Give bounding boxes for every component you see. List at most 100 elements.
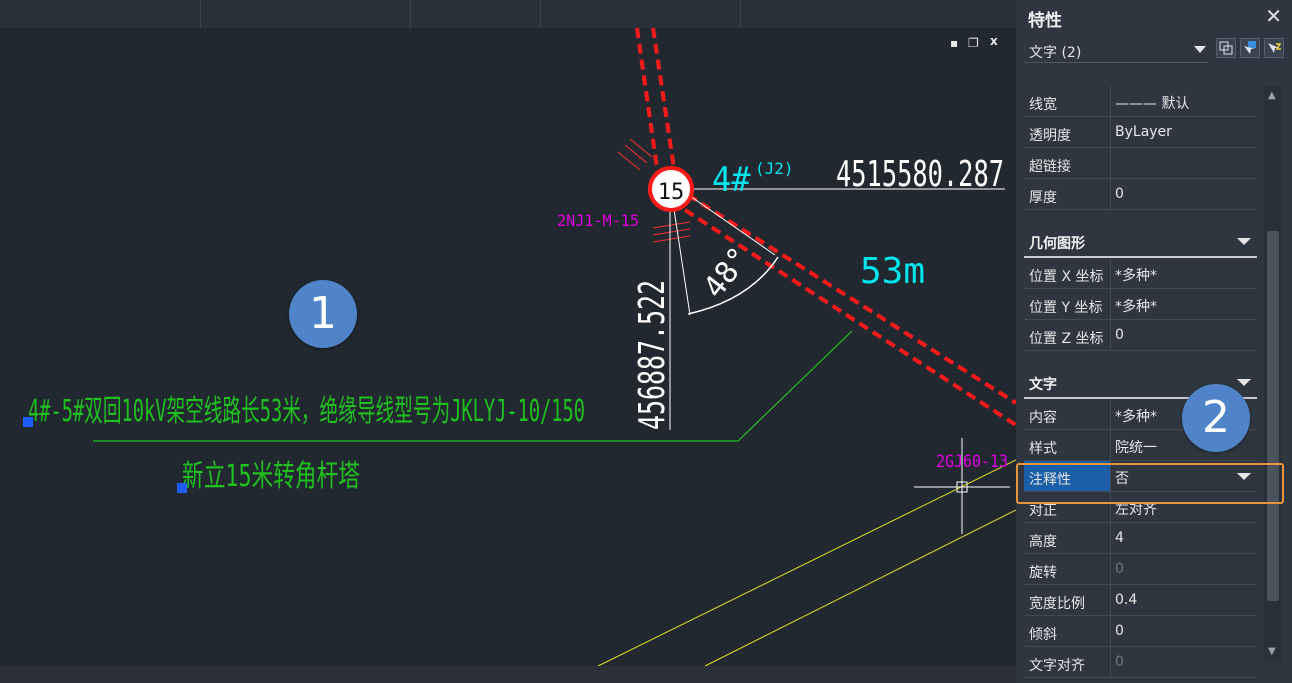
collapse-arrow-icon[interactable] — [1237, 379, 1251, 386]
column-divider — [1110, 461, 1111, 491]
property-row[interactable]: 倾斜 0 — [1024, 616, 1257, 647]
panel-scrollbar[interactable]: ▲ ▼ — [1264, 86, 1282, 661]
callout-1: 1 — [289, 280, 357, 348]
property-value[interactable]: 否 — [1115, 468, 1129, 488]
note-line-1[interactable]: 4#-5#双回10kV架空线路长53米，绝缘导线型号为JKLYJ-10/150 — [28, 394, 585, 429]
minimize-button[interactable]: ▪ — [950, 36, 958, 50]
angle-label[interactable]: 48° — [697, 241, 758, 305]
property-row[interactable]: 对正 左对齐 — [1024, 492, 1257, 523]
column-divider — [1110, 585, 1111, 615]
property-value[interactable]: ByLayer — [1115, 124, 1172, 140]
property-value[interactable]: 0 — [1115, 327, 1124, 343]
section-geometry[interactable]: 几何图形 — [1024, 226, 1257, 258]
toggle-pickadd-icon[interactable] — [1216, 38, 1236, 58]
property-value[interactable]: 4 — [1115, 530, 1124, 546]
panel-close-icon[interactable]: ✕ — [1265, 4, 1282, 28]
object-type-value: 文字 (2) — [1029, 45, 1082, 61]
yellow-line-2[interactable] — [704, 509, 1016, 667]
property-row[interactable]: 位置 Y 坐标 *多种* — [1024, 289, 1257, 320]
property-key: 透明度 — [1029, 128, 1071, 144]
callout-2: 2 — [1182, 384, 1250, 452]
property-key: 厚度 — [1029, 190, 1057, 206]
property-value[interactable]: 0.4 — [1115, 592, 1137, 608]
red-line-a2[interactable] — [651, 27, 677, 176]
property-row[interactable]: 位置 X 坐标 *多种* — [1024, 258, 1257, 289]
note-line-2[interactable]: 新立15米转角杆塔 — [182, 459, 360, 494]
property-value[interactable]: 0 — [1115, 186, 1124, 202]
property-row[interactable]: 注释性 否 — [1024, 461, 1257, 492]
property-key: 倾斜 — [1029, 627, 1057, 643]
red-line-b2[interactable] — [683, 208, 1016, 427]
property-key: 旋转 — [1029, 565, 1057, 581]
property-key: 宽度比例 — [1029, 596, 1085, 612]
property-value[interactable]: 左对齐 — [1115, 499, 1157, 519]
column-divider — [1110, 258, 1111, 288]
collapse-arrow-icon[interactable] — [1237, 238, 1251, 245]
label-2nj[interactable]: 2NJ1-M-15 — [557, 211, 639, 230]
drawing-canvas[interactable]: 15 4# (J2) 53m 4515580.287 456887.522 48… — [0, 0, 1016, 683]
select-objects-icon[interactable] — [1240, 38, 1260, 58]
property-key: 对正 — [1029, 503, 1057, 519]
property-row[interactable]: 位置 Z 坐标 0 — [1024, 320, 1257, 351]
span-length[interactable]: 53m — [860, 251, 925, 292]
property-value[interactable]: *多种* — [1115, 265, 1157, 285]
quick-select-icon[interactable] — [1264, 38, 1284, 58]
property-row[interactable]: 线宽 ——— 默认 — [1024, 86, 1257, 117]
coord-right[interactable]: 4515580.287 — [836, 154, 1004, 195]
property-key: 位置 X 坐标 — [1029, 269, 1104, 285]
column-divider — [1110, 86, 1111, 116]
property-row[interactable]: 高度 4 — [1024, 523, 1257, 554]
panel-title: 特性 — [1028, 11, 1062, 31]
property-value[interactable]: 0 — [1115, 623, 1124, 639]
column-divider — [1110, 399, 1111, 429]
pole-number: 15 — [658, 180, 685, 205]
column-divider — [1110, 148, 1111, 178]
coord-vertical[interactable]: 456887.522 — [632, 280, 673, 430]
status-strip — [0, 666, 1016, 683]
cad-drawing[interactable]: 15 4# (J2) 53m 4515580.287 456887.522 48… — [0, 0, 1016, 683]
property-row[interactable]: 宽度比例 0.4 — [1024, 585, 1257, 616]
yellow-line-1[interactable] — [597, 459, 1016, 667]
property-row[interactable]: 超链接 — [1024, 148, 1257, 179]
property-row[interactable]: 厚度 0 — [1024, 179, 1257, 210]
property-row[interactable]: 文字对齐 0 — [1024, 647, 1257, 678]
column-divider — [1110, 523, 1111, 553]
pole-label-sub[interactable]: (J2) — [755, 159, 794, 178]
chevron-down-icon[interactable] — [1237, 473, 1251, 480]
column-divider — [1110, 289, 1111, 319]
properties-list: 线宽 ——— 默认透明度 ByLayer 超链接厚度 0 几何图形 位置 X 坐标 *多种… — [1024, 86, 1257, 678]
column-divider — [1110, 554, 1111, 584]
restore-button[interactable]: ❐ — [968, 36, 979, 50]
property-value[interactable]: 0 — [1115, 654, 1124, 670]
property-key: 内容 — [1029, 410, 1057, 426]
property-value[interactable]: 0 — [1115, 561, 1124, 577]
scroll-down-icon[interactable]: ▼ — [1268, 646, 1276, 657]
grip-1[interactable] — [23, 417, 33, 427]
property-key: 位置 Y 坐标 — [1029, 300, 1103, 316]
pole-label-main[interactable]: 4# — [712, 160, 751, 199]
chevron-down-icon — [1194, 46, 1206, 53]
close-drawing-button[interactable]: x — [990, 34, 998, 48]
property-key: 注释性 — [1029, 472, 1071, 488]
red-line-b1[interactable] — [686, 193, 1016, 405]
section-geometry-title: 几何图形 — [1029, 236, 1085, 252]
property-value[interactable]: 院统一 — [1115, 437, 1157, 457]
property-key: 文字对齐 — [1029, 658, 1085, 674]
property-key: 超链接 — [1029, 159, 1071, 175]
grip-2[interactable] — [177, 483, 187, 493]
object-type-dropdown[interactable]: 文字 (2) — [1024, 38, 1208, 63]
property-key: 线宽 — [1029, 97, 1057, 113]
column-divider — [1110, 179, 1111, 209]
properties-panel: 特性 ✕ 文字 (2) 线宽 ——— 默认透明度 ByLayer 超链接厚度 0 几何图… — [1016, 0, 1292, 683]
property-row[interactable]: 透明度 ByLayer — [1024, 117, 1257, 148]
scroll-up-icon[interactable]: ▲ — [1268, 90, 1276, 101]
scroll-thumb[interactable] — [1267, 231, 1279, 601]
property-value[interactable]: *多种* — [1115, 406, 1157, 426]
section-text-title: 文字 — [1029, 377, 1057, 393]
property-value[interactable]: *多种* — [1115, 296, 1157, 316]
column-divider — [1110, 117, 1111, 147]
property-value[interactable]: ——— 默认 — [1115, 93, 1189, 113]
label-2gj[interactable]: 2GJ60-13 — [936, 452, 1008, 472]
property-row[interactable]: 旋转 0 — [1024, 554, 1257, 585]
column-divider — [1110, 492, 1111, 522]
